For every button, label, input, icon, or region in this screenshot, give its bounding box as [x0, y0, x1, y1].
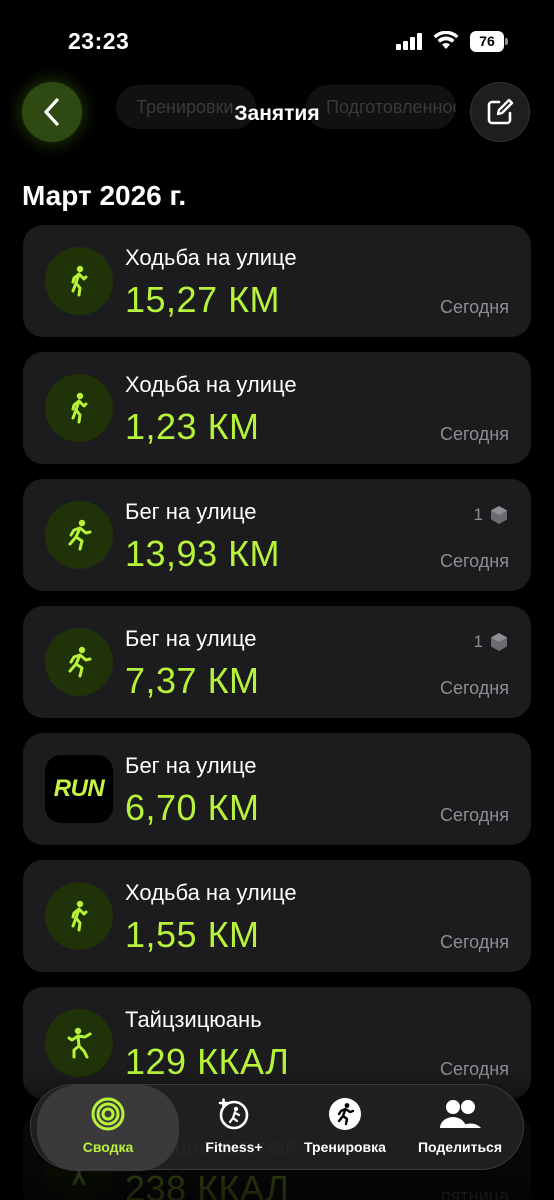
workout-name: Бег на улице: [125, 499, 257, 524]
sharing-icon: [440, 1100, 481, 1128]
activity-rings-icon: [91, 1097, 125, 1131]
workout-value: 7,37 КМ: [125, 660, 260, 701]
tab-fitness-plus-label: Fitness+: [205, 1139, 263, 1155]
workout-card[interactable]: Ходьба на улице 1,55 КМ Сегодня: [23, 860, 531, 972]
status-time: 23:23: [68, 28, 130, 54]
fitness-plus-icon: [218, 1098, 249, 1130]
workout-date: Сегодня: [440, 297, 509, 317]
run-icon: [45, 501, 113, 569]
section-title: Март 2026 г.: [22, 180, 187, 211]
walk-icon: [45, 374, 113, 442]
tab-workout[interactable]: Тренировка: [289, 1085, 401, 1171]
workout-value: 13,93 КМ: [125, 533, 281, 574]
workout-date: Сегодня: [440, 551, 509, 571]
tab-sharing[interactable]: Поделиться: [401, 1085, 519, 1171]
workout-date: Сегодня: [440, 805, 509, 825]
workout-name: Бег на улице: [125, 753, 257, 778]
workout-value: 6,70 КМ: [125, 787, 260, 828]
tab-bar: Сводка Fitness+ Тренировка Поделиться: [30, 1084, 524, 1171]
workout-name: Тайцзицюань: [125, 1007, 262, 1032]
run-icon: [45, 628, 113, 696]
workout-card[interactable]: Ходьба на улице 1,23 КМ Сегодня: [23, 352, 531, 464]
navigation-bar: Тренировки Подготовленность Занятия: [0, 78, 554, 158]
battery-level: 76: [470, 31, 504, 52]
workout-value: 1,55 КМ: [125, 914, 260, 955]
cellular-signal-icon: [396, 33, 424, 50]
workout-value: 1,23 КМ: [125, 406, 260, 447]
tab-fitness-plus[interactable]: Fitness+: [179, 1085, 289, 1171]
wifi-icon: [433, 31, 459, 49]
run-app-icon: RUN: [45, 755, 113, 823]
award-icon: [491, 633, 507, 651]
workout-date: Сегодня: [440, 932, 509, 952]
workout-card[interactable]: RUN Бег на улице 6,70 КМ Сегодня: [23, 733, 531, 845]
workout-list: Ходьба на улице 15,27 КМ Сегодня Ходьба на …: [23, 225, 531, 1200]
edit-button[interactable]: [470, 82, 530, 142]
workout-name: Ходьба на улице: [125, 880, 297, 905]
workout-name: Ходьба на улице: [125, 372, 297, 397]
run-app-label: RUN: [53, 775, 105, 802]
workout-card[interactable]: Бег на улице 13,93 КМ Сегодня 1: [23, 479, 531, 591]
tab-summary[interactable]: Сводка: [37, 1085, 179, 1171]
workout-name: Ходьба на улице: [125, 245, 297, 270]
workout-name: Бег на улице: [125, 626, 257, 651]
award-badge: 1: [474, 505, 509, 525]
battery-icon: 76: [470, 31, 508, 52]
workout-card[interactable]: Ходьба на улице 15,27 КМ Сегодня: [23, 225, 531, 337]
workout-card[interactable]: Бег на улице 7,37 КМ Сегодня 1: [23, 606, 531, 718]
tab-sharing-label: Поделиться: [417, 1139, 503, 1155]
tab-summary-label: Сводка: [82, 1139, 134, 1155]
compose-icon: [487, 98, 514, 125]
award-badge: 1: [474, 632, 509, 652]
workout-date: Сегодня: [440, 678, 509, 698]
tab-workout-label: Тренировка: [304, 1139, 386, 1155]
workout-value: 15,27 КМ: [125, 279, 281, 320]
award-count: 1: [473, 505, 483, 524]
award-count: 1: [473, 632, 483, 651]
award-icon: [491, 506, 507, 524]
walk-icon: [45, 882, 113, 950]
workout-icon: [329, 1098, 361, 1130]
walk-icon: [45, 247, 113, 315]
workout-date: Сегодня: [440, 424, 509, 444]
status-bar: 23:23 76: [0, 0, 554, 80]
taichi-icon: [45, 1009, 113, 1077]
